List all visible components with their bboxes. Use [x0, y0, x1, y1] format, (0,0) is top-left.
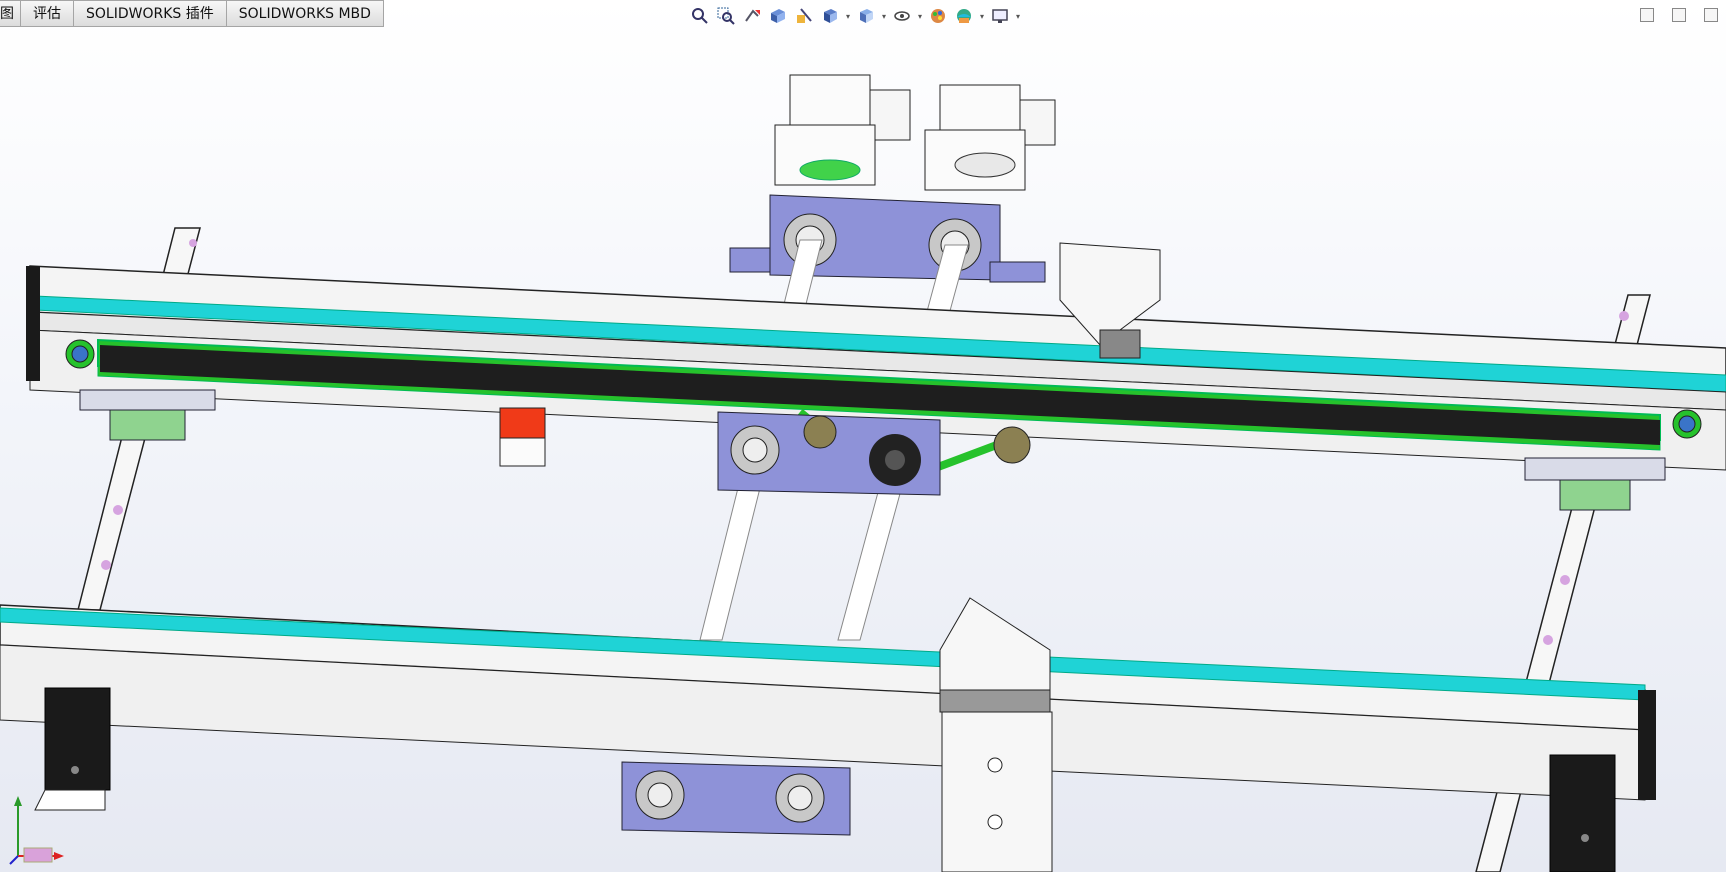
view-settings-icon[interactable] — [988, 4, 1012, 28]
tab-solidworks-addins[interactable]: SOLIDWORKS 插件 — [74, 0, 227, 27]
lower-bearing-block — [621, 761, 851, 836]
foot-bracket-right — [1549, 754, 1616, 872]
split-left-icon[interactable] — [1640, 8, 1654, 22]
heads-up-view-toolbar: ▾ ▾ ▾ ▾ ▾ — [688, 4, 1022, 28]
zoom-to-area-icon[interactable] — [714, 4, 738, 28]
tab-view[interactable]: 图 — [0, 0, 21, 27]
previous-view-icon[interactable] — [740, 4, 764, 28]
graphics-area[interactable] — [0, 28, 1726, 872]
apply-scene-dropdown-icon[interactable]: ▾ — [978, 4, 986, 28]
red-sensor-block — [499, 407, 546, 467]
command-manager-tabs: 图 评估 SOLIDWORKS 插件 SOLIDWORKS MBD — [0, 0, 384, 28]
slide-block-left — [79, 389, 216, 441]
hide-show-items-icon[interactable] — [890, 4, 914, 28]
upper-bearing-blocks — [729, 194, 1046, 283]
coordinate-triad-icon — [9, 796, 64, 865]
view-orientation-icon[interactable] — [818, 4, 842, 28]
apply-scene-icon[interactable] — [952, 4, 976, 28]
display-style-dropdown-icon[interactable]: ▾ — [880, 4, 888, 28]
restore-viewport-icon[interactable] — [1704, 8, 1718, 22]
view-orientation-dropdown-icon[interactable]: ▾ — [844, 4, 852, 28]
viewport-controls — [1640, 8, 1718, 22]
zoom-to-fit-icon[interactable] — [688, 4, 712, 28]
tab-evaluate[interactable]: 评估 — [21, 0, 74, 27]
split-right-icon[interactable] — [1672, 8, 1686, 22]
motor-right — [924, 84, 1056, 191]
front-tensioner-bracket — [939, 597, 1053, 872]
section-view-icon[interactable] — [766, 4, 790, 28]
display-style-icon[interactable] — [854, 4, 878, 28]
slide-block-right — [1524, 457, 1666, 511]
motor-left — [774, 74, 911, 186]
hide-show-dropdown-icon[interactable]: ▾ — [916, 4, 924, 28]
tab-solidworks-mbd[interactable]: SOLIDWORKS MBD — [226, 0, 384, 27]
edit-appearance-icon[interactable] — [926, 4, 950, 28]
view-settings-dropdown-icon[interactable]: ▾ — [1014, 4, 1022, 28]
dynamic-annotation-icon[interactable] — [792, 4, 816, 28]
